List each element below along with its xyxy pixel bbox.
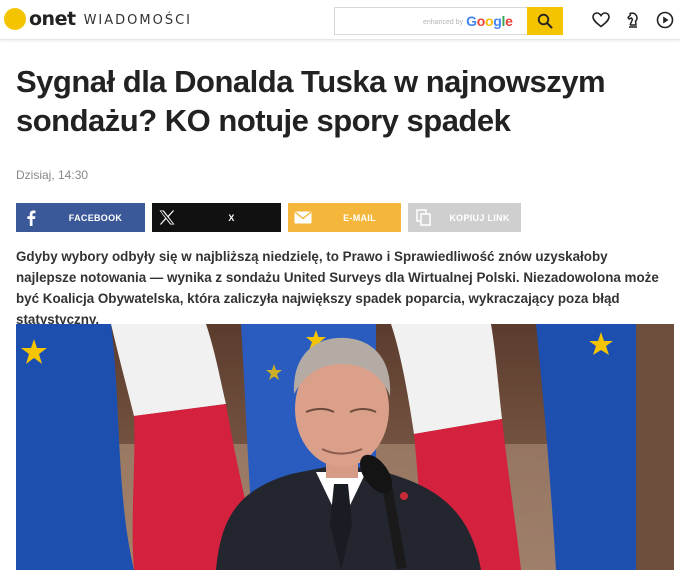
article-timestamp: Dzisiaj, 14:30: [16, 168, 89, 182]
share-email-label: E-MAIL: [343, 212, 376, 223]
heart-icon: [592, 12, 610, 28]
top-icons: [590, 9, 676, 31]
search-button[interactable]: [527, 7, 563, 35]
share-facebook-button[interactable]: FACEBOOK: [16, 203, 145, 232]
chess-knight-icon: [627, 12, 638, 28]
share-facebook-label: FACEBOOK: [68, 212, 123, 223]
top-bar: onet WIADOMOŚCI enhanced by Google: [0, 0, 680, 40]
play-icon: [656, 11, 674, 29]
copy-link-button[interactable]: KOPIUJ LINK: [408, 203, 521, 232]
google-logo: Google: [466, 13, 513, 29]
share-x-button[interactable]: X: [152, 203, 281, 232]
article-photo: [16, 324, 674, 570]
facebook-icon: [16, 203, 46, 232]
video-button[interactable]: [654, 9, 676, 31]
logo-text: onet: [29, 8, 76, 30]
search-input[interactable]: enhanced by Google: [334, 7, 527, 35]
share-email-button[interactable]: E-MAIL: [288, 203, 401, 232]
copy-link-label: KOPIUJ LINK: [449, 212, 510, 223]
logo-dot-icon: [4, 8, 26, 30]
x-logo-icon: [152, 203, 182, 232]
share-x-label: X: [228, 212, 235, 223]
copy-icon: [408, 203, 438, 232]
search-bar: enhanced by Google: [334, 7, 563, 35]
article-title: Sygnał dla Donalda Tuska w najnowszym so…: [16, 64, 606, 138]
games-button[interactable]: [622, 9, 644, 31]
onet-logo[interactable]: onet WIADOMOŚCI: [4, 7, 192, 31]
enhanced-by-label: enhanced by: [423, 19, 464, 26]
envelope-icon: [288, 203, 318, 232]
favorites-button[interactable]: [590, 9, 612, 31]
search-icon: [537, 13, 553, 29]
article-lead: Gdyby wybory odbyły się w najbliższą nie…: [16, 249, 659, 327]
section-name[interactable]: WIADOMOŚCI: [84, 13, 192, 28]
